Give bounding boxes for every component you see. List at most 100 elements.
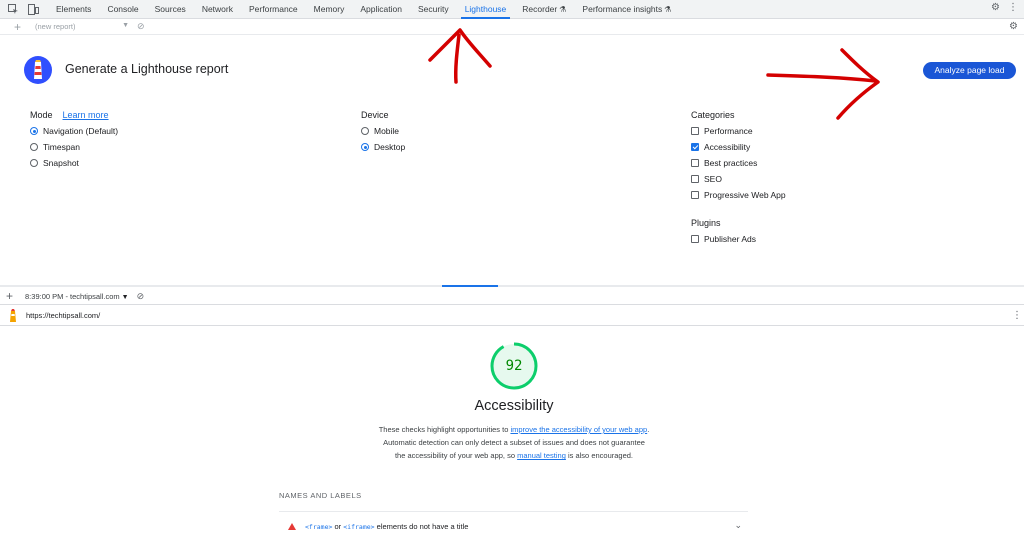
tab-recorder[interactable]: Recorder ⚗ [514,0,574,19]
tab-application[interactable]: Application [352,0,410,19]
audit-or: or [332,521,344,531]
tab-performance-insights[interactable]: Performance insights ⚗ [574,0,679,19]
inspect-element-icon[interactable] [6,2,20,16]
chevron-down-icon[interactable]: ⌄ [734,520,742,531]
tab-security[interactable]: Security [410,0,457,19]
option-label: Snapshot [43,158,79,168]
new-report-icon[interactable]: + [14,19,21,35]
tab-label: Performance [249,3,298,14]
mode-option-navigation-default[interactable]: Navigation (Default) [30,123,118,139]
clear-icon[interactable]: ⊘ [137,291,145,302]
tab-label: Network [201,3,233,14]
audit-title: <frame> or <iframe> elements do not have… [305,522,468,531]
device-toolbar-icon[interactable] [26,2,40,16]
device-section: Device Mobile Desktop [361,110,405,155]
radio-button[interactable] [30,159,38,167]
tab-elements[interactable]: Elements [48,0,99,19]
report-select[interactable]: (new report) ▼ [35,22,129,31]
option-label: Progressive Web App [704,190,786,200]
settings-gear-icon[interactable]: ⚙ [991,2,1000,13]
radio-button[interactable] [30,127,38,135]
categories-option-accessibility[interactable]: Accessibility [691,139,786,155]
audit-code-frame: <frame> [305,522,333,531]
tab-label: Performance insights [582,3,663,14]
panel-tabs: Elements Console Sources Network Performance… [48,0,679,19]
categories-option-performance[interactable]: Performance [691,123,786,139]
mode-option-snapshot[interactable]: Snapshot [30,155,118,171]
experiment-flask-icon: ⚗ [559,4,567,14]
tab-label: Elements [56,3,92,14]
checkbox[interactable] [691,127,699,135]
option-label: Desktop [374,142,406,152]
categories-option-best-practices[interactable]: Best practices [691,155,786,171]
tab-console[interactable]: Console [99,0,146,19]
plugins-option-publisher-ads[interactable]: Publisher Ads [691,231,756,247]
analyze-page-load-button[interactable]: Analyze page load [923,62,1016,79]
option-label: Timespan [43,142,81,152]
tab-memory[interactable]: Memory [306,0,353,19]
categories-section: Categories Performance Accessibility Best … [691,110,786,203]
tab-label: Application [360,3,402,14]
radio-button[interactable] [30,143,38,151]
tab-label: Sources [154,3,186,14]
more-vert-icon[interactable]: ⋮ [1008,2,1018,13]
chevron-down-icon: ▼ [121,293,129,301]
more-vert-icon[interactable]: ⋮ [1012,310,1022,321]
checkbox[interactable] [691,235,699,243]
checkbox[interactable] [691,159,699,167]
clear-icon[interactable]: ⊘ [137,21,145,32]
radio-button[interactable] [361,143,369,151]
audit-group-title: NAMES AND LABELS [279,491,362,500]
report-url[interactable]: https://techtipsall.com/ [26,311,100,320]
audit-code-iframe: <iframe> [343,522,375,531]
chevron-down-icon: ▼ [122,22,130,29]
plugins-heading: Plugins [691,218,721,228]
checkbox[interactable] [691,175,699,183]
mode-heading: Mode [30,110,53,120]
splitter-handle[interactable] [442,285,498,287]
devtools-tab-bar: Elements Console Sources Network Performance… [0,0,1024,19]
desc-text-3: is also encouraged. [565,451,634,461]
mode-option-timespan[interactable]: Timespan [30,139,118,155]
tab-label: Memory [313,3,345,14]
manual-testing-link[interactable]: manual testing [517,451,566,460]
category-title: Accessibility [474,398,554,414]
option-label: Navigation (Default) [43,126,119,136]
device-option-desktop[interactable]: Desktop [361,139,405,155]
categories-heading: Categories [691,110,735,120]
report-selector[interactable]: 8:39:00 PM - techtipsall.com ▼ [25,292,129,301]
panel-splitter[interactable] [0,285,1024,287]
improve-accessibility-link[interactable]: improve the accessibility of your web ap… [510,425,647,434]
device-option-mobile[interactable]: Mobile [361,123,405,139]
fail-triangle-icon [288,522,296,530]
report-selector-value: 8:39:00 PM - techtipsall.com [25,291,120,301]
audit-row[interactable]: <frame> or <iframe> elements do not have… [279,517,748,535]
lighthouse-logo-icon [24,56,52,84]
category-description: These checks highlight opportunities to … [378,423,650,463]
tab-label: Recorder [522,3,558,14]
categories-option-progressive-web-app[interactable]: Progressive Web App [691,187,786,203]
mode-section: Mode Learn more Navigation (Default) Times… [30,110,118,171]
learn-more-link[interactable]: Learn more [63,110,109,120]
tab-label: Security [417,3,449,14]
report-toolbar: + 8:39:00 PM - techtipsall.com ▼ ⊘ [0,288,1024,305]
tab-performance[interactable]: Performance [241,0,306,19]
page-title: Generate a Lighthouse report [65,62,229,76]
categories-option-seo[interactable]: SEO [691,171,786,187]
tab-network[interactable]: Network [194,0,241,19]
option-label: SEO [704,174,722,184]
new-report-icon[interactable]: + [6,289,13,303]
score-value: 92 [505,358,523,374]
lighthouse-settings-gear-icon[interactable]: ⚙ [1009,21,1018,32]
experiment-flask-icon: ⚗ [664,4,672,14]
checkbox[interactable] [691,191,699,199]
audit-rest: elements do not have a title [374,521,469,531]
annotation-right-arrow [766,48,880,120]
option-label: Accessibility [704,142,751,152]
radio-button[interactable] [361,127,369,135]
tab-sources[interactable]: Sources [147,0,194,19]
tab-lighthouse[interactable]: Lighthouse [457,0,515,19]
checkbox[interactable] [691,143,699,151]
tab-label: Console [107,3,139,14]
lighthouse-toolbar: + (new report) ▼ ⊘ ⚙ [0,19,1024,35]
